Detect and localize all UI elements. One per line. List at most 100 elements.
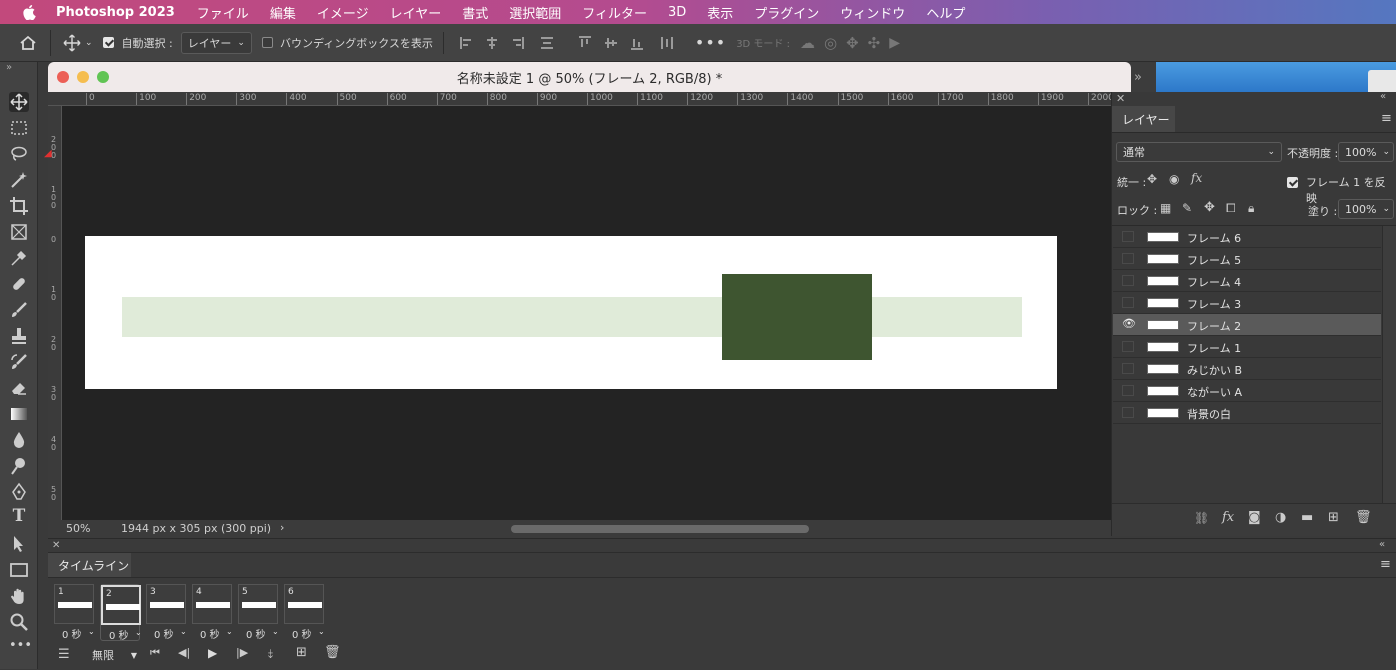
zoom-tool-icon[interactable] xyxy=(9,612,29,632)
eye-icon[interactable]: 👁︎ xyxy=(1122,317,1136,330)
layer-row[interactable]: フレーム 6 xyxy=(1113,226,1381,248)
align-bottom-icon[interactable] xyxy=(629,35,645,51)
tab-timeline[interactable]: タイムライン xyxy=(48,553,131,577)
panel-menu-icon[interactable]: ≡ xyxy=(1381,111,1392,126)
delete-frame-icon[interactable]: 🗑︎ xyxy=(324,645,341,660)
history-brush-tool-icon[interactable] xyxy=(9,352,29,372)
previous-frame-icon[interactable]: ◀| xyxy=(178,646,190,659)
dodge-tool-icon[interactable] xyxy=(9,456,29,476)
brush-tool-icon[interactable] xyxy=(9,300,29,320)
crop-tool-icon[interactable] xyxy=(9,196,29,216)
frame-delay[interactable]: 0 秒 xyxy=(62,626,82,641)
menu-image[interactable]: イメージ xyxy=(317,3,369,22)
menu-help[interactable]: ヘルプ xyxy=(926,3,965,22)
align-right-icon[interactable] xyxy=(509,35,525,51)
visibility-toggle[interactable] xyxy=(1122,363,1134,374)
more-tools-icon[interactable]: ••• xyxy=(9,638,32,658)
align-middle-v-icon[interactable] xyxy=(603,35,619,51)
close-panel-icon[interactable]: ✕ xyxy=(1116,92,1125,105)
align-top-icon[interactable] xyxy=(577,35,593,51)
panel-menu-icon[interactable]: ≡ xyxy=(1380,557,1391,572)
auto-select-dropdown[interactable]: レイヤー ⌄ xyxy=(180,31,252,54)
menu-view[interactable]: 表示 xyxy=(707,3,733,22)
layer-row[interactable]: フレーム 3 xyxy=(1113,292,1381,314)
animation-frame[interactable]: 4 0 秒 ⌄ xyxy=(192,584,233,641)
document-canvas[interactable] xyxy=(85,236,1057,389)
lock-position-icon[interactable]: ✥ xyxy=(1204,200,1215,215)
layer-row[interactable]: ながーい A xyxy=(1113,380,1381,402)
layer-mask-icon[interactable]: ◙ xyxy=(1248,510,1261,525)
new-layer-icon[interactable]: ⊞ xyxy=(1328,510,1339,525)
more-options-icon[interactable]: ••• xyxy=(695,33,726,52)
eraser-tool-icon[interactable] xyxy=(9,378,29,398)
frame-delay[interactable]: 0 秒 xyxy=(154,626,174,641)
lasso-tool-icon[interactable] xyxy=(9,144,29,164)
propagate-frame-checkbox[interactable] xyxy=(1287,177,1298,188)
layer-row[interactable]: フレーム 1 xyxy=(1113,336,1381,358)
animation-frame[interactable]: 5 0 秒 ⌄ xyxy=(238,584,279,641)
frame-delay[interactable]: 0 秒 xyxy=(246,626,266,641)
convert-timeline-icon[interactable]: ☰ xyxy=(58,647,70,662)
move-tool-icon[interactable] xyxy=(63,34,81,52)
bounding-box-checkbox[interactable] xyxy=(261,37,273,48)
3d-camera-icon[interactable]: ▶ xyxy=(889,35,900,51)
menu-plugins[interactable]: プラグイン xyxy=(754,3,819,22)
play-icon[interactable]: ▶ xyxy=(208,646,217,660)
unify-visibility-icon[interactable]: ◉ xyxy=(1169,172,1179,186)
layer-list-scrollbar[interactable] xyxy=(1382,226,1396,503)
visibility-toggle[interactable] xyxy=(1122,341,1134,352)
move-tool-icon[interactable] xyxy=(9,92,29,112)
pen-tool-icon[interactable] xyxy=(9,482,29,502)
layer-row[interactable]: フレーム 4 xyxy=(1113,270,1381,292)
expand-panels-icon[interactable]: » xyxy=(1134,70,1142,85)
frame-delay[interactable]: 0 秒 xyxy=(200,626,220,641)
visibility-toggle[interactable] xyxy=(1122,297,1134,308)
chevron-down-icon[interactable]: ⌄ xyxy=(85,38,93,48)
fill-input[interactable]: 100% ⌄ xyxy=(1338,199,1394,219)
type-tool-icon[interactable]: T xyxy=(9,506,29,526)
path-selection-tool-icon[interactable] xyxy=(9,534,29,554)
loop-options-select[interactable]: 無限 ▼ xyxy=(86,645,141,665)
lock-all-icon[interactable]: 🔒︎ xyxy=(1248,201,1254,216)
menu-window[interactable]: ウィンドウ xyxy=(840,3,905,22)
lock-artboard-icon[interactable]: ⧠ xyxy=(1226,201,1236,216)
distribute-v-icon[interactable] xyxy=(659,35,675,51)
app-menu[interactable]: Photoshop 2023 xyxy=(56,5,175,20)
next-frame-icon[interactable]: |▶ xyxy=(236,646,248,659)
unify-style-icon[interactable]: fx xyxy=(1191,171,1202,185)
menu-filter[interactable]: フィルター xyxy=(582,3,647,22)
gradient-tool-icon[interactable] xyxy=(9,404,29,424)
blur-tool-icon[interactable] xyxy=(9,430,29,450)
menu-layer[interactable]: レイヤー xyxy=(390,3,442,22)
collapse-panel-icon[interactable]: « xyxy=(1380,91,1386,102)
visibility-toggle[interactable] xyxy=(1122,253,1134,264)
magic-wand-tool-icon[interactable] xyxy=(9,170,29,190)
duplicate-frame-icon[interactable]: ⊞ xyxy=(296,645,307,660)
layer-row[interactable]: みじかい B xyxy=(1113,358,1381,380)
visibility-toggle[interactable] xyxy=(1122,407,1134,418)
lock-pixels-icon[interactable]: ✎ xyxy=(1182,201,1192,215)
layer-row[interactable]: フレーム 5 xyxy=(1113,248,1381,270)
3d-orbit-icon[interactable]: ☁ xyxy=(800,34,815,52)
3d-slide-icon[interactable]: ✣ xyxy=(868,34,881,52)
align-center-h-icon[interactable] xyxy=(484,35,500,51)
rectangle-tool-icon[interactable] xyxy=(9,560,29,580)
menu-edit[interactable]: 編集 xyxy=(270,3,296,22)
healing-brush-tool-icon[interactable] xyxy=(9,274,29,294)
lock-transparent-icon[interactable]: ▦ xyxy=(1160,201,1171,215)
horizontal-scrollbar[interactable] xyxy=(511,525,809,533)
home-icon[interactable] xyxy=(19,34,37,52)
opacity-input[interactable]: 100% ⌄ xyxy=(1338,142,1394,162)
frame-delay[interactable]: 0 秒 xyxy=(109,627,129,642)
menu-3d[interactable]: 3D xyxy=(668,5,686,20)
animation-frame[interactable]: 6 0 秒 ⌄ xyxy=(284,584,325,641)
visibility-toggle[interactable] xyxy=(1122,385,1134,396)
unify-position-icon[interactable]: ✥ xyxy=(1147,172,1157,186)
layer-row[interactable]: 背景の白 xyxy=(1113,402,1381,424)
canvas-area[interactable]: ◢ xyxy=(44,106,1111,520)
frame-tool-icon[interactable] xyxy=(9,222,29,242)
status-menu-arrow-icon[interactable]: › xyxy=(280,521,284,534)
expand-toolbar-icon[interactable]: » xyxy=(6,62,12,73)
menu-select[interactable]: 選択範囲 xyxy=(509,3,561,22)
auto-select-checkbox[interactable] xyxy=(102,37,114,48)
